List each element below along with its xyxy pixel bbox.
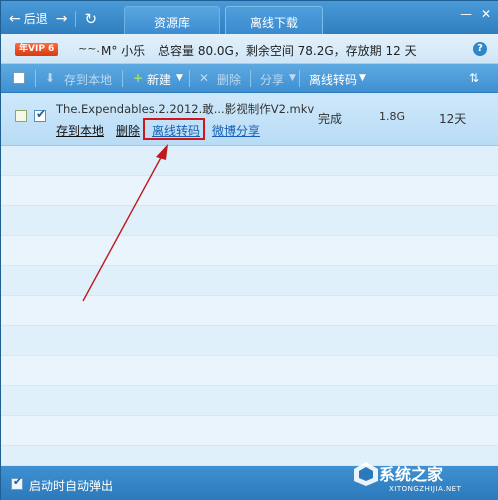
delete-button[interactable]: 删除 — [217, 71, 241, 88]
toolbar-divider — [122, 70, 123, 87]
task-list: ✔ The.Expendables.2.2012.敢...影视制作V2.mkv … — [1, 93, 498, 466]
task-size: 1.8G — [379, 110, 406, 123]
empty-row — [1, 266, 498, 296]
download-icon: ⬇ — [45, 71, 56, 85]
delete-x-icon: ✕ — [199, 71, 210, 85]
sort-icon[interactable]: ⇅ — [469, 71, 479, 85]
chevron-down-icon[interactable]: ▼ — [359, 73, 366, 83]
back-label: 后退 — [23, 12, 48, 26]
refresh-icon: ↻ — [84, 9, 98, 28]
delete-link[interactable]: 删除 — [116, 122, 140, 139]
close-icon[interactable]: ✕ — [479, 7, 493, 21]
tab-offline-download[interactable]: 离线下载 — [225, 6, 323, 34]
empty-row — [1, 416, 498, 446]
title-bar: ← 后退 → ↻ 资源库 离线下载 — ✕ — [1, 1, 498, 34]
account-info-bar: 年VIP 6 ~~. M° 小乐 总容量 80.0G，剩余空间 78.2G，存放… — [1, 34, 498, 64]
back-button[interactable]: ← 后退 — [9, 10, 48, 27]
storage-quota: 总容量 80.0G，剩余空间 78.2G，存放期 12 天 — [158, 44, 417, 58]
app-window: ← 后退 → ↻ 资源库 离线下载 — ✕ 年VIP 6 ~~. M° 小乐 总… — [0, 0, 498, 500]
task-row[interactable]: ✔ The.Expendables.2.2012.敢...影视制作V2.mkv … — [1, 93, 498, 146]
task-status-checkbox[interactable] — [15, 110, 27, 122]
save-local-button[interactable]: 存到本地 — [64, 71, 112, 88]
forward-button[interactable]: → — [56, 12, 68, 26]
forward-arrow-icon: → — [55, 10, 68, 27]
username[interactable]: M° 小乐 — [101, 42, 145, 59]
autopopup-label: 启动时自动弹出 — [29, 479, 114, 493]
select-all-checkbox[interactable] — [13, 72, 25, 84]
refresh-button[interactable]: ↻ — [84, 9, 98, 28]
wave-decoration: ~~. — [78, 42, 100, 55]
check-icon: ✔ — [36, 107, 47, 121]
check-icon: ✔ — [13, 475, 23, 488]
back-arrow-icon: ← — [9, 10, 21, 27]
toolbar: ⬇ 存到本地 + 新建 ▼ ✕ 删除 分享 ▼ 离线转码 ▼ ⇅ — [1, 64, 498, 93]
empty-row — [1, 236, 498, 266]
toolbar-divider — [35, 70, 36, 87]
nav-controls: ← 后退 → ↻ — [9, 10, 105, 27]
weibo-share-link[interactable]: 微博分享 — [212, 122, 260, 139]
new-button[interactable]: 新建 — [147, 71, 171, 88]
empty-row — [1, 146, 498, 176]
annotation-highlight-box — [143, 118, 205, 140]
watermark-logo-icon — [354, 462, 378, 486]
save-local-link[interactable]: 存到本地 — [56, 122, 104, 139]
tab-resource-library[interactable]: 资源库 — [124, 6, 220, 34]
chevron-down-icon[interactable]: ▼ — [289, 73, 296, 83]
transcode-button[interactable]: 离线转码 — [309, 71, 357, 88]
empty-row — [1, 176, 498, 206]
minimize-icon[interactable]: — — [459, 7, 473, 21]
help-icon[interactable]: ? — [473, 42, 487, 56]
toolbar-divider — [189, 70, 190, 87]
empty-row — [1, 386, 498, 416]
task-status: 完成 — [318, 112, 343, 126]
plus-icon: + — [133, 71, 144, 85]
watermark-subtext: XITONGZHIJIA.NET — [389, 485, 462, 493]
empty-row — [1, 356, 498, 386]
toolbar-divider — [299, 70, 300, 87]
task-filename: The.Expendables.2.2012.敢...影视制作V2.mkv — [56, 102, 315, 116]
watermark-text: 系统之家 — [379, 465, 444, 484]
empty-row — [1, 326, 498, 356]
empty-row — [1, 206, 498, 236]
empty-row — [1, 296, 498, 326]
nav-divider — [75, 10, 77, 27]
vip-badge[interactable]: 年VIP 6 — [15, 43, 59, 56]
chevron-down-icon[interactable]: ▼ — [176, 73, 183, 83]
toolbar-divider — [250, 70, 251, 87]
share-button[interactable]: 分享 — [260, 71, 284, 88]
task-days-left: 12天 — [439, 112, 467, 126]
